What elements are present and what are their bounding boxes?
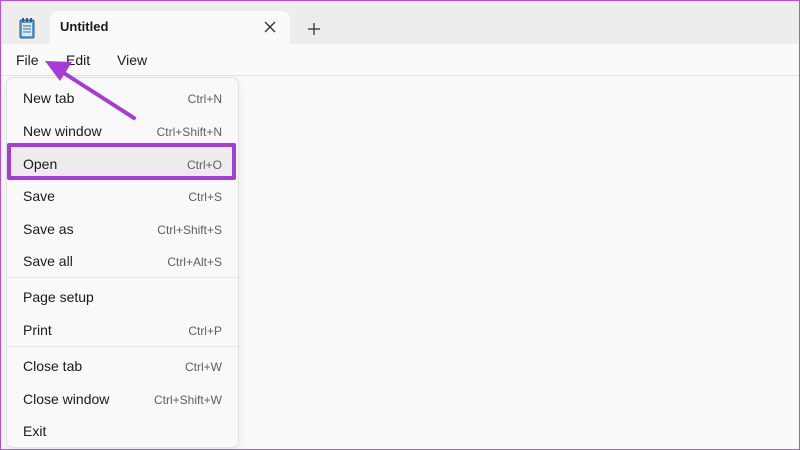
menu-view[interactable]: View xyxy=(117,52,147,68)
menu-item-save[interactable]: Save Ctrl+S xyxy=(9,180,236,210)
menu-item-label: New tab xyxy=(23,90,75,106)
menu-separator xyxy=(7,346,238,347)
menu-item-shortcut: Ctrl+S xyxy=(188,190,222,204)
menu-item-shortcut: Ctrl+P xyxy=(188,324,222,338)
menu-item-label: Save xyxy=(23,188,55,204)
menu-item-shortcut: Ctrl+W xyxy=(185,360,222,374)
menu-item-label: Close tab xyxy=(23,358,83,374)
tab-title: Untitled xyxy=(60,19,109,34)
menu-item-label: Save all xyxy=(23,253,73,269)
menu-edit[interactable]: Edit xyxy=(66,52,90,68)
menu-item-save-as[interactable]: Save as Ctrl+Shift+S xyxy=(9,213,236,243)
file-menu-dropdown: New tab Ctrl+N New window Ctrl+Shift+N O… xyxy=(6,77,239,448)
menu-item-label: Save as xyxy=(23,221,74,237)
close-icon[interactable] xyxy=(262,19,278,35)
menu-item-exit[interactable]: Exit xyxy=(9,415,236,445)
menu-item-shortcut: Ctrl+Shift+W xyxy=(153,393,222,407)
menu-file[interactable]: File xyxy=(16,52,39,68)
menu-item-close-tab[interactable]: Close tab Ctrl+W xyxy=(9,350,236,380)
menu-item-print[interactable]: Print Ctrl+P xyxy=(9,314,236,344)
tab-untitled[interactable]: Untitled xyxy=(50,11,290,45)
title-bar: Untitled xyxy=(1,1,799,45)
menu-item-label: New window xyxy=(23,123,102,139)
menu-item-label: Exit xyxy=(23,423,47,439)
menu-item-shortcut: Ctrl+N xyxy=(187,92,222,106)
notepad-icon xyxy=(19,18,35,39)
annotation-highlight-box xyxy=(7,143,236,180)
menu-item-save-all[interactable]: Save all Ctrl+Alt+S xyxy=(9,245,236,275)
menu-item-page-setup[interactable]: Page setup xyxy=(9,281,236,311)
menu-item-shortcut: Ctrl+Alt+S xyxy=(167,255,222,269)
menu-item-label: Close window xyxy=(23,391,110,407)
menu-separator xyxy=(7,277,238,278)
menu-item-close-window[interactable]: Close window Ctrl+Shift+W xyxy=(9,383,236,413)
menu-item-label: Page setup xyxy=(23,289,94,305)
menu-item-shortcut: Ctrl+Shift+S xyxy=(157,223,222,237)
plus-icon[interactable] xyxy=(303,18,325,40)
menu-item-new-window[interactable]: New window Ctrl+Shift+N xyxy=(9,115,236,145)
menu-item-shortcut: Ctrl+Shift+N xyxy=(156,125,222,139)
menu-item-label: Print xyxy=(23,322,52,338)
menu-bar: File Edit View xyxy=(1,44,799,76)
menu-item-new-tab[interactable]: New tab Ctrl+N xyxy=(9,82,236,112)
